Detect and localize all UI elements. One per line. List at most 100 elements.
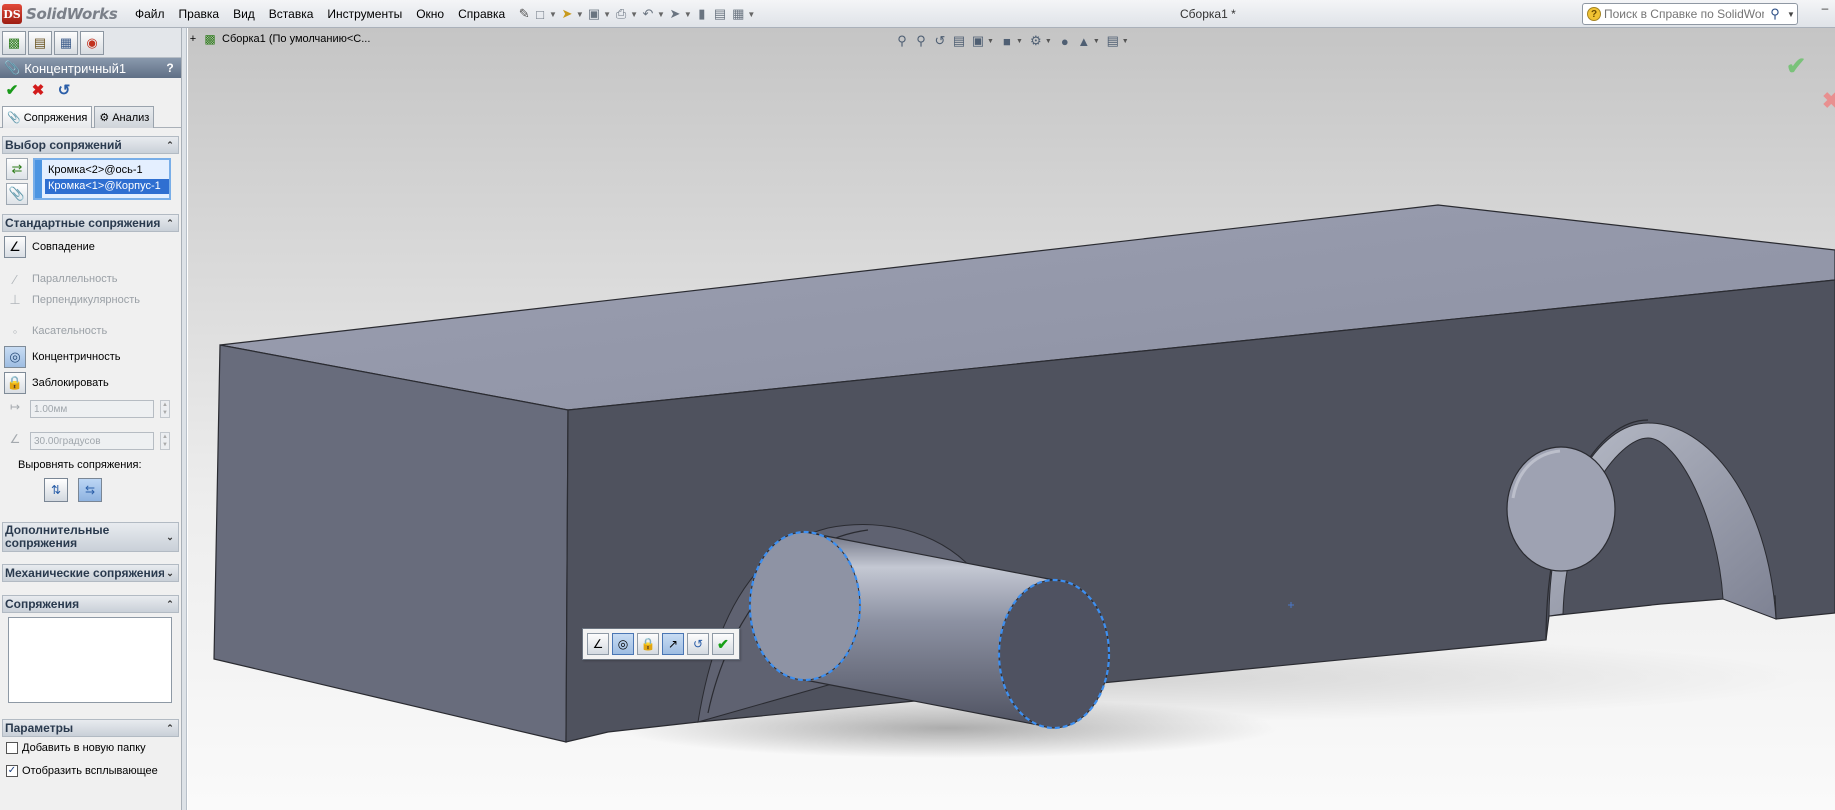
mate-tangent[interactable]: ◦ Касательность xyxy=(4,320,108,342)
show-popup-checkbox[interactable]: ✓ xyxy=(6,765,18,777)
feature-manager-tab-icon[interactable]: ▩ xyxy=(2,31,26,55)
collapse-chevron-icon[interactable]: ⌃ xyxy=(164,722,176,734)
apply-scene-icon[interactable]: ▲ xyxy=(1076,31,1092,51)
section-view-icon[interactable]: ▤ xyxy=(951,31,967,51)
popup-concentric-icon[interactable]: ◎ xyxy=(612,633,634,655)
menu-view[interactable]: Вид xyxy=(226,0,262,28)
list-item[interactable]: Кромка<2>@ось-1 xyxy=(45,163,169,178)
display-manager-tab-icon[interactable]: ◉ xyxy=(80,31,104,55)
undo-dropdown-icon[interactable]: ▼ xyxy=(657,10,665,19)
mate-concentric[interactable]: ◎ Концентричность xyxy=(4,346,120,368)
menu-insert[interactable]: Вставка xyxy=(262,0,321,28)
select-cursor-icon[interactable]: ➤ xyxy=(667,3,683,25)
section-mechanical-mates-header[interactable]: Механические сопряжения ⌄ xyxy=(2,564,179,582)
mates-list[interactable] xyxy=(8,617,172,703)
add-to-folder-checkbox[interactable] xyxy=(6,742,18,754)
rebuild-icon[interactable]: ▮ xyxy=(694,3,710,25)
popup-coincident-icon[interactable]: ∠ xyxy=(587,633,609,655)
distance-input[interactable] xyxy=(30,400,154,418)
save-icon[interactable]: ▣ xyxy=(586,3,602,25)
menu-help[interactable]: Справка xyxy=(451,0,512,28)
flyout-tree-label[interactable]: Сборка1 (По умолчанию<С... xyxy=(222,33,370,45)
previous-view-icon[interactable]: ↺ xyxy=(932,31,948,51)
collapse-chevron-icon[interactable]: ⌃ xyxy=(164,139,176,151)
edit-appearance-icon[interactable]: ● xyxy=(1057,31,1073,51)
confirmation-corner-ok-icon[interactable]: ✔ xyxy=(1786,52,1806,81)
new-document-icon[interactable]: □ xyxy=(532,3,548,25)
options-icon[interactable]: ▦ xyxy=(730,3,746,25)
open-dropdown-icon[interactable]: ▼ xyxy=(576,10,584,19)
mate-parallel[interactable]: ∕ Параллельность xyxy=(4,268,118,290)
help-search-input[interactable] xyxy=(1604,7,1764,21)
apply-scene-dropdown-icon[interactable]: ▼ xyxy=(1093,38,1100,45)
right-bore-hole[interactable] xyxy=(1506,446,1616,572)
list-item-selected[interactable]: Кромка<1>@Корпус-1 xyxy=(45,179,169,194)
select-dropdown-icon[interactable]: ▼ xyxy=(684,10,692,19)
save-dropdown-icon[interactable]: ▼ xyxy=(603,10,611,19)
menu-window[interactable]: Окно xyxy=(409,0,451,28)
search-dropdown-icon[interactable]: ▼ xyxy=(1786,10,1796,19)
section-options-header[interactable]: Параметры ⌃ xyxy=(2,719,179,737)
pin-icon[interactable]: ✎ xyxy=(515,5,533,23)
property-manager-tab-icon[interactable]: ▤ xyxy=(28,31,52,55)
section-standard-mates-header[interactable]: Стандартные сопряжения ⌃ xyxy=(2,214,179,232)
angle-input[interactable] xyxy=(30,432,154,450)
angle-spinner-icon[interactable]: ▲ ▼ xyxy=(160,432,170,450)
expand-plus-icon[interactable]: + xyxy=(188,33,198,45)
collapse-chevron-icon[interactable]: ⌃ xyxy=(164,217,176,229)
zoom-to-fit-icon[interactable]: ⚲ xyxy=(894,31,910,51)
aligned-button[interactable]: ⇅ xyxy=(44,478,68,502)
view-orientation-icon[interactable]: ▣ xyxy=(970,31,986,51)
menu-tools[interactable]: Инструменты xyxy=(320,0,409,28)
zoom-to-area-icon[interactable]: ⚲ xyxy=(913,31,929,51)
flyout-feature-tree[interactable]: + ▩ Сборка1 (По умолчанию<С... xyxy=(188,30,371,48)
panel-splitter[interactable] xyxy=(182,28,187,810)
undo-icon[interactable]: ↺ xyxy=(56,81,72,99)
popup-ok-icon[interactable]: ✔ xyxy=(712,633,734,655)
expand-chevron-icon[interactable]: ⌄ xyxy=(164,567,176,579)
graphics-area[interactable]: + ▩ Сборка1 (По умолчанию<С... ⚲ ⚲ ↺ ▤ ▣… xyxy=(188,28,1835,810)
model-view[interactable] xyxy=(188,28,1835,810)
tab-analysis[interactable]: ⚙ Анализ xyxy=(94,106,155,128)
open-folder-icon[interactable]: ➤ xyxy=(559,3,575,25)
search-icon[interactable]: ⚲ xyxy=(1767,6,1783,22)
section-mate-selection-header[interactable]: Выбор сопряжений ⌃ xyxy=(2,136,179,154)
block-side-face[interactable] xyxy=(213,344,569,743)
new-dropdown-icon[interactable]: ▼ xyxy=(549,10,557,19)
view-settings-dropdown-icon[interactable]: ▼ xyxy=(1122,38,1129,45)
tab-mates[interactable]: 📎 Сопряжения xyxy=(2,106,93,128)
display-style-icon[interactable]: ■ xyxy=(999,31,1015,51)
distance-spinner-icon[interactable]: ▲ ▼ xyxy=(160,400,170,418)
cancel-x-icon[interactable]: ✖ xyxy=(30,81,46,99)
popup-flip-alignment-icon[interactable]: ↗ xyxy=(662,633,684,655)
configuration-manager-tab-icon[interactable]: ▦ xyxy=(54,31,78,55)
undo-icon[interactable]: ↶ xyxy=(640,3,656,25)
minimize-icon[interactable]: – xyxy=(1818,2,1832,16)
expand-chevron-icon[interactable]: ⌄ xyxy=(164,531,176,543)
view-orientation-dropdown-icon[interactable]: ▼ xyxy=(987,38,994,45)
solidworks-logo[interactable]: DS SolidWorks xyxy=(2,2,118,26)
menu-file[interactable]: Файл xyxy=(128,0,172,28)
confirmation-corner-cancel-icon[interactable]: ✖ xyxy=(1822,88,1835,114)
mate-coincident[interactable]: ∠ Совпадение xyxy=(4,236,95,258)
collapse-chevron-icon[interactable]: ⌃ xyxy=(164,598,176,610)
option-show-popup[interactable]: ✓ Отобразить всплывающее xyxy=(6,763,158,779)
view-settings-icon[interactable]: ▤ xyxy=(1105,31,1121,51)
popup-undo-icon[interactable]: ↺ xyxy=(687,633,709,655)
ok-check-icon[interactable]: ✔ xyxy=(4,81,20,99)
hide-show-items-icon[interactable]: ⚙ xyxy=(1028,31,1044,51)
section-advanced-mates-header[interactable]: Дополнительные сопряжения ⌄ xyxy=(2,522,179,552)
mate-perpendicular[interactable]: ⊥ Перпендикулярность xyxy=(4,289,140,311)
mate-lock[interactable]: 🔒 Заблокировать xyxy=(4,372,109,394)
display-style-dropdown-icon[interactable]: ▼ xyxy=(1016,38,1023,45)
hide-show-dropdown-icon[interactable]: ▼ xyxy=(1045,38,1052,45)
print-dropdown-icon[interactable]: ▼ xyxy=(630,10,638,19)
popup-lock-icon[interactable]: 🔒 xyxy=(637,633,659,655)
anti-aligned-button[interactable]: ⇆ xyxy=(78,478,102,502)
section-mates-header[interactable]: Сопряжения ⌃ xyxy=(2,595,179,613)
menu-edit[interactable]: Правка xyxy=(172,0,227,28)
print-icon[interactable]: ⎙ xyxy=(613,3,629,25)
file-properties-icon[interactable]: ▤ xyxy=(712,3,728,25)
option-add-to-folder[interactable]: Добавить в новую папку xyxy=(6,740,146,756)
mate-selection-list[interactable]: Кромка<2>@ось-1 Кромка<1>@Корпус-1 xyxy=(33,158,171,200)
